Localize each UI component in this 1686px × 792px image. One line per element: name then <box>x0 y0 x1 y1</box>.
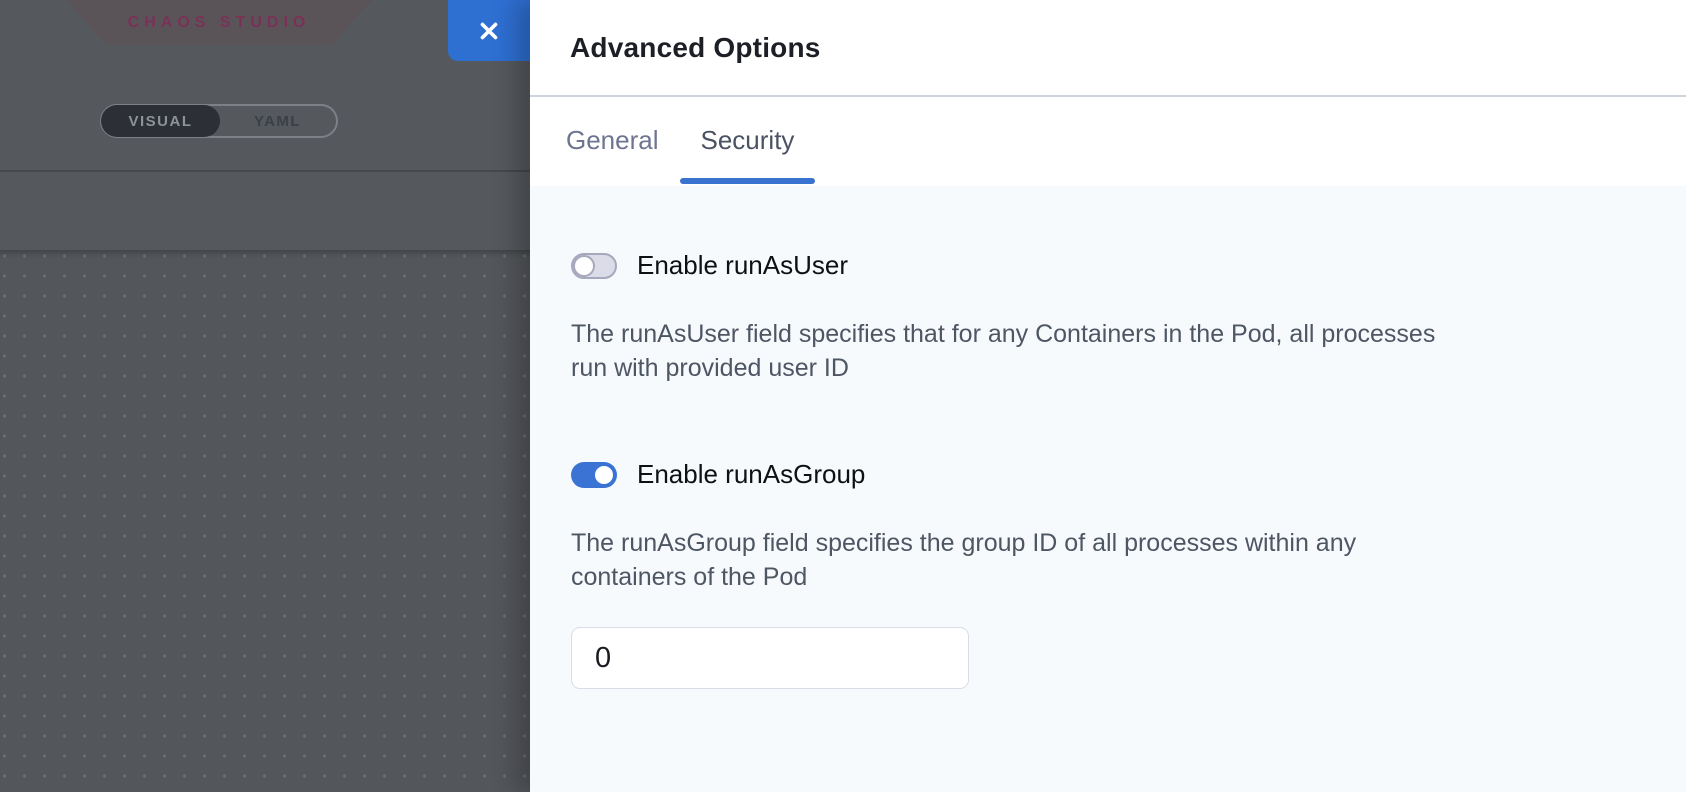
tab-general[interactable]: General <box>545 97 680 184</box>
toggle-knob <box>593 464 615 486</box>
brand-label: CHAOS STUDIO <box>128 14 311 32</box>
close-icon <box>476 18 502 44</box>
run-as-group-value-input[interactable] <box>571 627 969 689</box>
enable-run-as-group-toggle[interactable] <box>571 462 617 488</box>
run-as-user-description: The runAsUser field specifies that for a… <box>571 317 1531 385</box>
chaos-studio-banner: CHAOS STUDIO <box>66 0 372 45</box>
description-line: The runAsUser field specifies that for a… <box>571 317 1531 351</box>
panel-divider <box>0 170 530 172</box>
advanced-options-drawer: Advanced Options General Security Enable… <box>530 0 1686 792</box>
description-line: run with provided user ID <box>571 351 1531 385</box>
enable-run-as-group-label: Enable runAsGroup <box>637 459 865 490</box>
description-line: containers of the Pod <box>571 560 1531 594</box>
dotted-canvas <box>0 250 530 792</box>
run-as-user-row: Enable runAsUser <box>571 250 1646 281</box>
enable-run-as-user-label: Enable runAsUser <box>637 250 848 281</box>
tab-security[interactable]: Security <box>680 97 816 184</box>
security-tab-panel: Enable runAsUser The runAsUser field spe… <box>530 186 1686 792</box>
yaml-tab[interactable]: YAML <box>219 106 336 136</box>
close-drawer-button[interactable] <box>448 0 530 61</box>
visual-yaml-toggle: VISUAL YAML <box>100 104 338 138</box>
drawer-title: Advanced Options <box>570 32 821 64</box>
toggle-knob <box>573 255 595 277</box>
visual-tab[interactable]: VISUAL <box>101 105 220 137</box>
run-as-group-row: Enable runAsGroup <box>571 459 1646 490</box>
chaos-studio-canvas-panel: CHAOS STUDIO VISUAL YAML <box>0 0 530 792</box>
run-as-group-description: The runAsGroup field specifies the group… <box>571 526 1531 594</box>
enable-run-as-user-toggle[interactable] <box>571 253 617 279</box>
description-line: The runAsGroup field specifies the group… <box>571 526 1531 560</box>
drawer-header: Advanced Options <box>530 0 1686 97</box>
drawer-tabs: General Security <box>530 97 1686 184</box>
